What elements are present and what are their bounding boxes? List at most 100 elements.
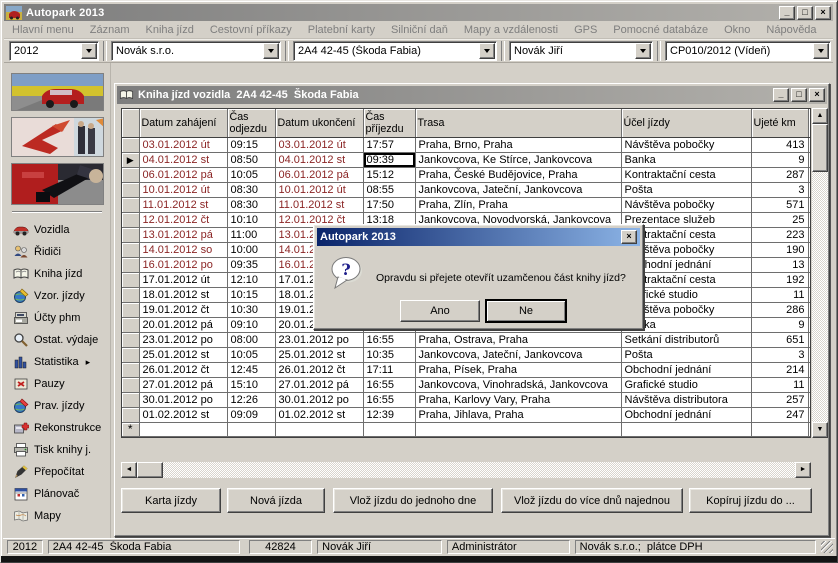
scroll-left-icon[interactable]: ◄	[121, 462, 137, 478]
cell-km[interactable]: 192	[751, 272, 808, 287]
cell-end-date[interactable]: 23.01.2012 po	[275, 332, 363, 347]
empty-cell[interactable]	[275, 422, 363, 436]
resize-grip[interactable]	[821, 541, 833, 553]
empty-cell[interactable]	[363, 422, 415, 436]
cell-arrival-time[interactable]: 09:39	[363, 152, 415, 167]
empty-cell[interactable]	[415, 422, 621, 436]
cell-start-date[interactable]: 27.01.2012 pá	[139, 377, 227, 392]
cell-start-date[interactable]: 20.01.2012 pá	[139, 317, 227, 332]
cell-extra[interactable]	[808, 302, 811, 317]
cell-start-date[interactable]: 13.01.2012 pá	[139, 227, 227, 242]
horizontal-scrollbar[interactable]: ◄ ►	[121, 462, 811, 478]
menu-item-n-pov-da[interactable]: Nápověda	[758, 22, 824, 38]
scroll-down-icon[interactable]: ▼	[812, 422, 828, 438]
cell-departure-time[interactable]: 09:09	[227, 407, 275, 422]
column-header-as-p-jezdu[interactable]: Čas příjezdu	[363, 109, 415, 137]
cell-km[interactable]: 214	[751, 362, 808, 377]
cell-start-date[interactable]: 10.01.2012 út	[139, 182, 227, 197]
horizontal-scroll-thumb[interactable]	[137, 462, 163, 478]
cell-departure-time[interactable]: 09:10	[227, 317, 275, 332]
column-header-as-odjezdu[interactable]: Čas odjezdu	[227, 109, 275, 137]
cell-route[interactable]: Praha, Písek, Praha	[415, 362, 621, 377]
cell-arrival-time[interactable]: 15:12	[363, 167, 415, 182]
row-selector[interactable]	[122, 242, 139, 257]
cell-route[interactable]: Praha, Brno, Praha	[415, 137, 621, 152]
row-selector[interactable]	[122, 167, 139, 182]
cell-route[interactable]: Jankovcova, Jateční, Jankovcova	[415, 347, 621, 362]
cell-purpose[interactable]: Návštěva pobočky	[621, 137, 751, 152]
cell-purpose[interactable]: Pošta	[621, 347, 751, 362]
combo-0[interactable]: 2012	[9, 41, 99, 61]
cell-departure-time[interactable]: 08:00	[227, 332, 275, 347]
column-header-datum-ukon-en[interactable]: Datum ukončení	[275, 109, 363, 137]
menu-item-pomocn-datab-ze[interactable]: Pomocné databáze	[605, 22, 716, 38]
cell-extra[interactable]	[808, 347, 811, 362]
sidebar-item-statistika[interactable]: Statistika▸	[4, 351, 110, 373]
cell-extra[interactable]	[808, 407, 811, 422]
combo-2[interactable]: 2A4 42-45 (Škoda Fabia)	[293, 41, 497, 61]
cell-extra[interactable]	[808, 227, 811, 242]
cell-departure-time[interactable]: 10:10	[227, 212, 275, 227]
empty-cell[interactable]	[139, 422, 227, 436]
cell-end-date[interactable]: 26.01.2012 čt	[275, 362, 363, 377]
combo-4[interactable]: CP010/2012 (Vídeň)	[665, 41, 831, 61]
row-selector[interactable]	[122, 317, 139, 332]
cell-arrival-time[interactable]: 17:11	[363, 362, 415, 377]
cell-departure-time[interactable]: 09:35	[227, 257, 275, 272]
no-button[interactable]: Ne	[486, 300, 566, 322]
empty-cell[interactable]	[621, 422, 751, 436]
cell-route[interactable]: Praha, České Budějovice, Praha	[415, 167, 621, 182]
cell-extra[interactable]	[808, 362, 811, 377]
cell-extra[interactable]	[808, 182, 811, 197]
cell-departure-time[interactable]: 12:10	[227, 272, 275, 287]
sidebar-item-vzor-j-zdy[interactable]: Vzor. jízdy	[4, 285, 110, 307]
cell-departure-time[interactable]: 10:15	[227, 287, 275, 302]
cell-end-date[interactable]: 27.01.2012 pá	[275, 377, 363, 392]
cell-departure-time[interactable]: 08:30	[227, 197, 275, 212]
cell-departure-time[interactable]: 15:10	[227, 377, 275, 392]
horizontal-scroll-track[interactable]	[163, 462, 795, 478]
child-minimize-icon[interactable]: _	[773, 88, 789, 102]
sidebar-item-mapy[interactable]: Mapy	[4, 505, 110, 527]
sidebar-item-ostat-v-daje[interactable]: Ostat. výdaje	[4, 329, 110, 351]
scroll-right-icon[interactable]: ►	[795, 462, 811, 478]
combo-1[interactable]: Novák s.r.o.	[111, 41, 281, 61]
cell-purpose[interactable]: Grafické studio	[621, 377, 751, 392]
cell-extra[interactable]	[808, 257, 811, 272]
row-selector[interactable]	[122, 287, 139, 302]
column-header-blank[interactable]	[122, 109, 139, 137]
cell-purpose[interactable]: Obchodní jednání	[621, 407, 751, 422]
cell-extra[interactable]	[808, 137, 811, 152]
cell-end-date[interactable]: 06.01.2012 pá	[275, 167, 363, 182]
cell-start-date[interactable]: 12.01.2012 čt	[139, 212, 227, 227]
cell-arrival-time[interactable]: 16:55	[363, 392, 415, 407]
cell-route[interactable]: Praha, Karlovy Vary, Praha	[415, 392, 621, 407]
combo-3[interactable]: Novák Jiří	[509, 41, 653, 61]
cell-km[interactable]: 287	[751, 167, 808, 182]
empty-cell[interactable]	[751, 422, 808, 436]
menu-item-kniha-j-zd[interactable]: Kniha jízd	[138, 22, 202, 38]
column-header-datum-zah-jen[interactable]: Datum zahájení	[139, 109, 227, 137]
cell-route[interactable]: Praha, Jihlava, Praha	[415, 407, 621, 422]
cell-km[interactable]: 223	[751, 227, 808, 242]
sidebar-item-prav-j-zdy[interactable]: Prav. jízdy	[4, 395, 110, 417]
cell-start-date[interactable]: 18.01.2012 st	[139, 287, 227, 302]
cell-departure-time[interactable]: 10:00	[227, 242, 275, 257]
row-selector[interactable]	[122, 392, 139, 407]
cell-end-date[interactable]: 01.02.2012 st	[275, 407, 363, 422]
row-selector[interactable]	[122, 212, 139, 227]
row-selector[interactable]	[122, 272, 139, 287]
empty-cell[interactable]	[227, 422, 275, 436]
cell-arrival-time[interactable]: 16:55	[363, 332, 415, 347]
cell-start-date[interactable]: 23.01.2012 po	[139, 332, 227, 347]
minimize-icon[interactable]: _	[779, 6, 795, 20]
column-header-ujet-km[interactable]: Ujeté km	[751, 109, 808, 137]
cell-start-date[interactable]: 11.01.2012 st	[139, 197, 227, 212]
column-header-trasa[interactable]: Trasa	[415, 109, 621, 137]
menu-item-okno[interactable]: Okno	[716, 22, 758, 38]
row-selector[interactable]	[122, 137, 139, 152]
cell-arrival-time[interactable]: 17:50	[363, 197, 415, 212]
cell-km[interactable]: 247	[751, 407, 808, 422]
cell-km[interactable]: 286	[751, 302, 808, 317]
row-selector[interactable]	[122, 347, 139, 362]
